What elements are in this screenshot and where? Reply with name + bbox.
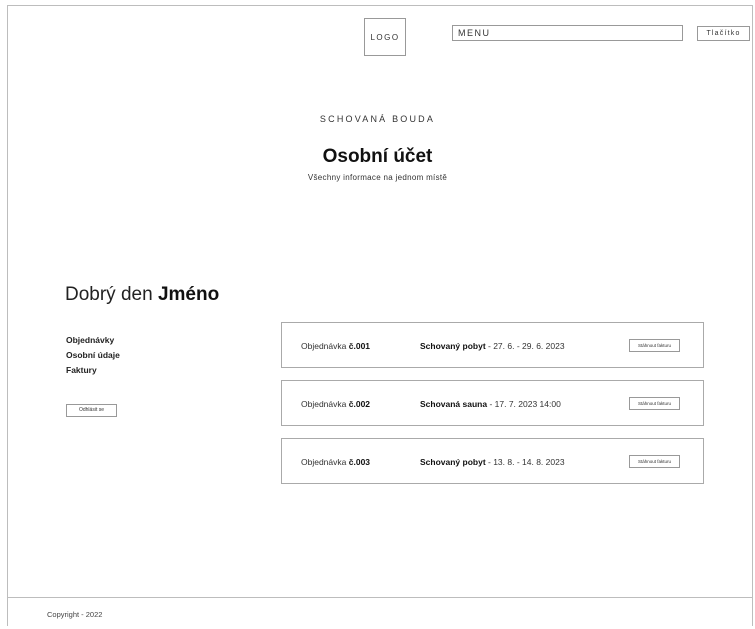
menu-bar[interactable]: MENU	[452, 25, 683, 41]
order-product: Schovaný pobyt	[420, 457, 486, 467]
page-frame	[7, 5, 753, 626]
download-invoice-button[interactable]: Stáhnout fakturu	[629, 397, 680, 410]
download-invoice-button[interactable]: Stáhnout fakturu	[629, 339, 680, 352]
order-id: č.001	[348, 341, 371, 351]
order-id: č.002	[348, 399, 371, 409]
logout-button[interactable]: Odhlásit se	[66, 404, 117, 417]
nav-item-orders[interactable]: Objednávky	[66, 333, 120, 348]
order-number: Objednávka č.002	[301, 399, 370, 409]
download-invoice-button[interactable]: Stáhnout fakturu	[629, 455, 680, 468]
order-card: Objednávka č.001 Schovaný pobyt - 27. 6.…	[281, 322, 704, 368]
order-description: Schovaný pobyt - 13. 8. - 14. 8. 2023	[420, 457, 565, 467]
order-product: Schovaná sauna	[420, 399, 488, 409]
order-detail: - 13. 8. - 14. 8. 2023	[485, 457, 565, 467]
order-label: Objednávka	[301, 457, 347, 467]
order-number: Objednávka č.001	[301, 341, 370, 351]
page-subtitle: Všechny informace na jednom místě	[307, 173, 448, 182]
order-card: Objednávka č.003 Schovaný pobyt - 13. 8.…	[281, 438, 704, 484]
order-number: Objednávka č.003	[301, 457, 370, 467]
order-detail: - 17. 7. 2023 14:00	[487, 399, 561, 409]
order-label: Objednávka	[301, 341, 347, 351]
brand-name: SCHOVANÁ BOUDA	[319, 114, 436, 124]
order-description: Schovaný pobyt - 27. 6. - 29. 6. 2023	[420, 341, 565, 351]
nav-item-invoices[interactable]: Faktury	[66, 363, 120, 378]
order-card: Objednávka č.002 Schovaná sauna - 17. 7.…	[281, 380, 704, 426]
greeting: Dobrý den Jméno	[65, 284, 219, 306]
header-button[interactable]: Tlačítko	[697, 26, 750, 41]
nav-item-personal-info[interactable]: Osobní údaje	[66, 348, 120, 363]
footer-divider	[7, 597, 752, 598]
order-detail: - 27. 6. - 29. 6. 2023	[485, 341, 565, 351]
copyright: Copyright - 2022	[47, 610, 103, 619]
page-title: Osobní účet	[322, 146, 433, 167]
order-product: Schovaný pobyt	[420, 341, 486, 351]
orders-list: Objednávka č.001 Schovaný pobyt - 27. 6.…	[281, 322, 704, 496]
logo[interactable]: LOGO	[364, 18, 406, 56]
account-nav: Objednávky Osobní údaje Faktury	[66, 333, 120, 378]
order-label: Objednávka	[301, 399, 347, 409]
order-description: Schovaná sauna - 17. 7. 2023 14:00	[420, 399, 561, 409]
user-name: Jméno	[157, 284, 220, 305]
greeting-prefix: Dobrý den	[65, 284, 153, 305]
order-id: č.003	[348, 457, 371, 467]
